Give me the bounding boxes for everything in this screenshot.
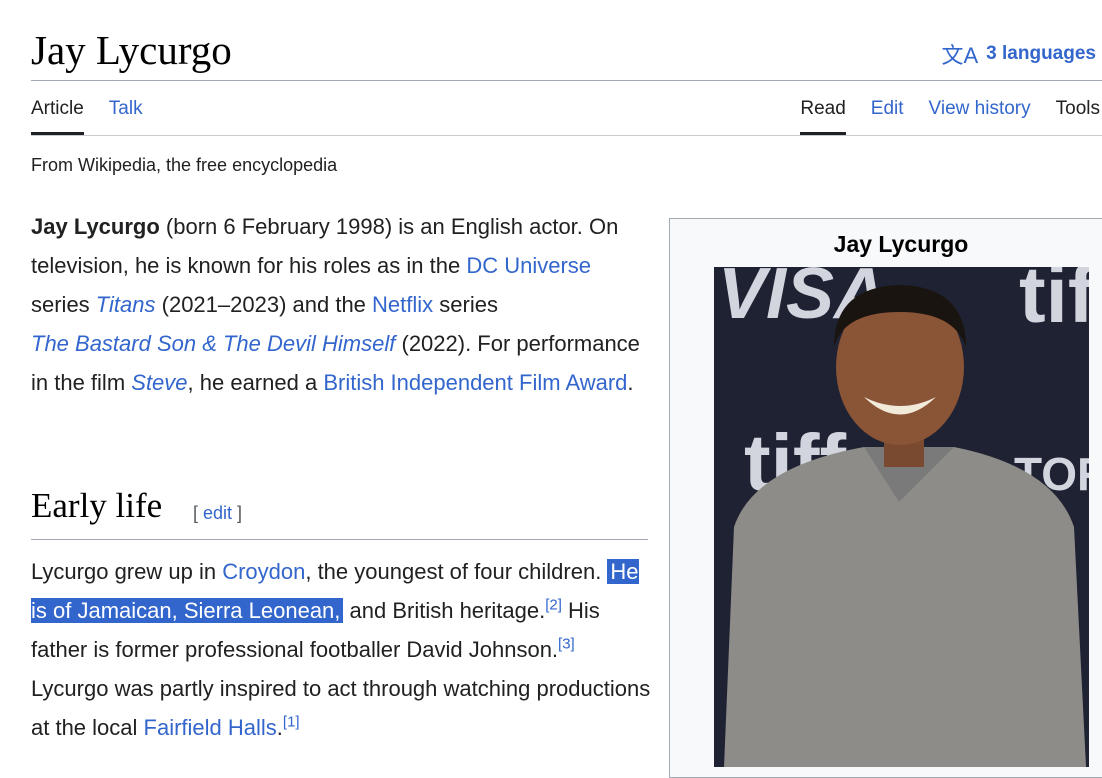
link-netflix[interactable]: Netflix [372, 292, 433, 317]
tools-menu[interactable]: Tools [1056, 98, 1100, 136]
page-title: Jay Lycurgo [31, 27, 232, 73]
link-dc-universe[interactable]: DC Universe [466, 253, 591, 278]
divider [31, 539, 648, 540]
tab-talk[interactable]: Talk [109, 98, 143, 136]
link-steve[interactable]: Steve [131, 370, 187, 395]
translate-icon: 文A [941, 43, 979, 68]
edit-label: edit [203, 503, 233, 523]
citation-3[interactable]: [3] [558, 636, 575, 653]
edit-section-link[interactable]: [ edit ] [193, 503, 242, 524]
person-figure [724, 285, 1086, 767]
text: Lycurgo was partly inspired to act throu… [31, 676, 651, 740]
text: (2021–2023) and the [155, 292, 373, 317]
divider [31, 135, 1102, 136]
text: series [433, 292, 498, 317]
tab-article[interactable]: Article [31, 98, 84, 136]
tagline: From Wikipedia, the free encyclopedia [31, 155, 338, 175]
subject-name: Jay Lycurgo [31, 214, 160, 239]
link-bastard-son[interactable]: The Bastard Son & The Devil Himself [31, 331, 395, 356]
languages-label: 3 languages [986, 43, 1096, 64]
divider [31, 80, 1102, 81]
tab-edit[interactable]: Edit [871, 98, 904, 136]
tab-read[interactable]: Read [800, 98, 847, 136]
languages-button[interactable]: 文A 3 languages [941, 38, 1096, 70]
link-fairfield-halls[interactable]: Fairfield Halls [144, 715, 277, 740]
link-bifa[interactable]: British Independent Film Award [323, 370, 627, 395]
text: , he earned a [187, 370, 324, 395]
text: Lycurgo grew up in [31, 559, 223, 584]
citation-2[interactable]: [2] [545, 597, 562, 614]
citation-1[interactable]: [1] [283, 714, 300, 731]
section-heading-early-life: Early life [31, 486, 163, 525]
tab-view-history[interactable]: View history [929, 98, 1031, 136]
lead-paragraph: Jay Lycurgo (born 6 February 1998) is an… [31, 207, 653, 402]
text: series [31, 292, 96, 317]
early-life-paragraph: Lycurgo grew up in Croydon, the youngest… [31, 552, 653, 747]
infobox-title: Jay Lycurgo [833, 231, 969, 257]
text: . [627, 370, 634, 395]
link-titans[interactable]: Titans [96, 292, 156, 317]
portrait-photo[interactable]: VISA tiff tiff TORO [714, 267, 1089, 767]
text: and British heritage. [343, 598, 546, 623]
infobox: Jay Lycurgo VISA tiff tiff TORO [669, 218, 1102, 778]
link-croydon[interactable]: Croydon [222, 559, 305, 584]
text: , the youngest of four children. [305, 559, 608, 584]
